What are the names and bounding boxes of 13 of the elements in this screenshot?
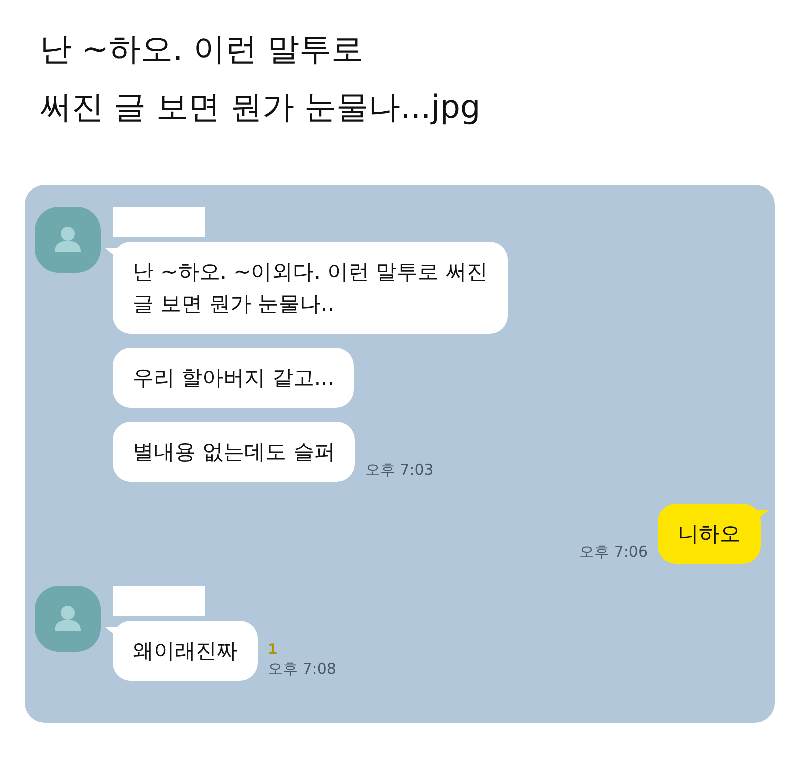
message-bubble: 별내용 없는데도 슬퍼	[113, 422, 356, 482]
title-line: 난 ~하오. 이런 말투로	[40, 30, 364, 68]
message-bubble: 우리 할아버지 같고...	[113, 348, 354, 408]
title-line: 써진 글 보면 뭔가 눈물나...jpg	[40, 88, 482, 126]
message-time: 오후 7:08	[268, 660, 336, 679]
message-time: 오후 7:06	[580, 543, 648, 562]
message-time: 오후 7:03	[365, 461, 434, 480]
bubble-tail	[105, 248, 117, 258]
avatar-icon	[35, 586, 101, 652]
bubble-tail	[757, 510, 769, 520]
bubble-tail	[105, 627, 117, 637]
unread-count: 1	[268, 642, 279, 658]
avatar-icon	[35, 207, 101, 273]
